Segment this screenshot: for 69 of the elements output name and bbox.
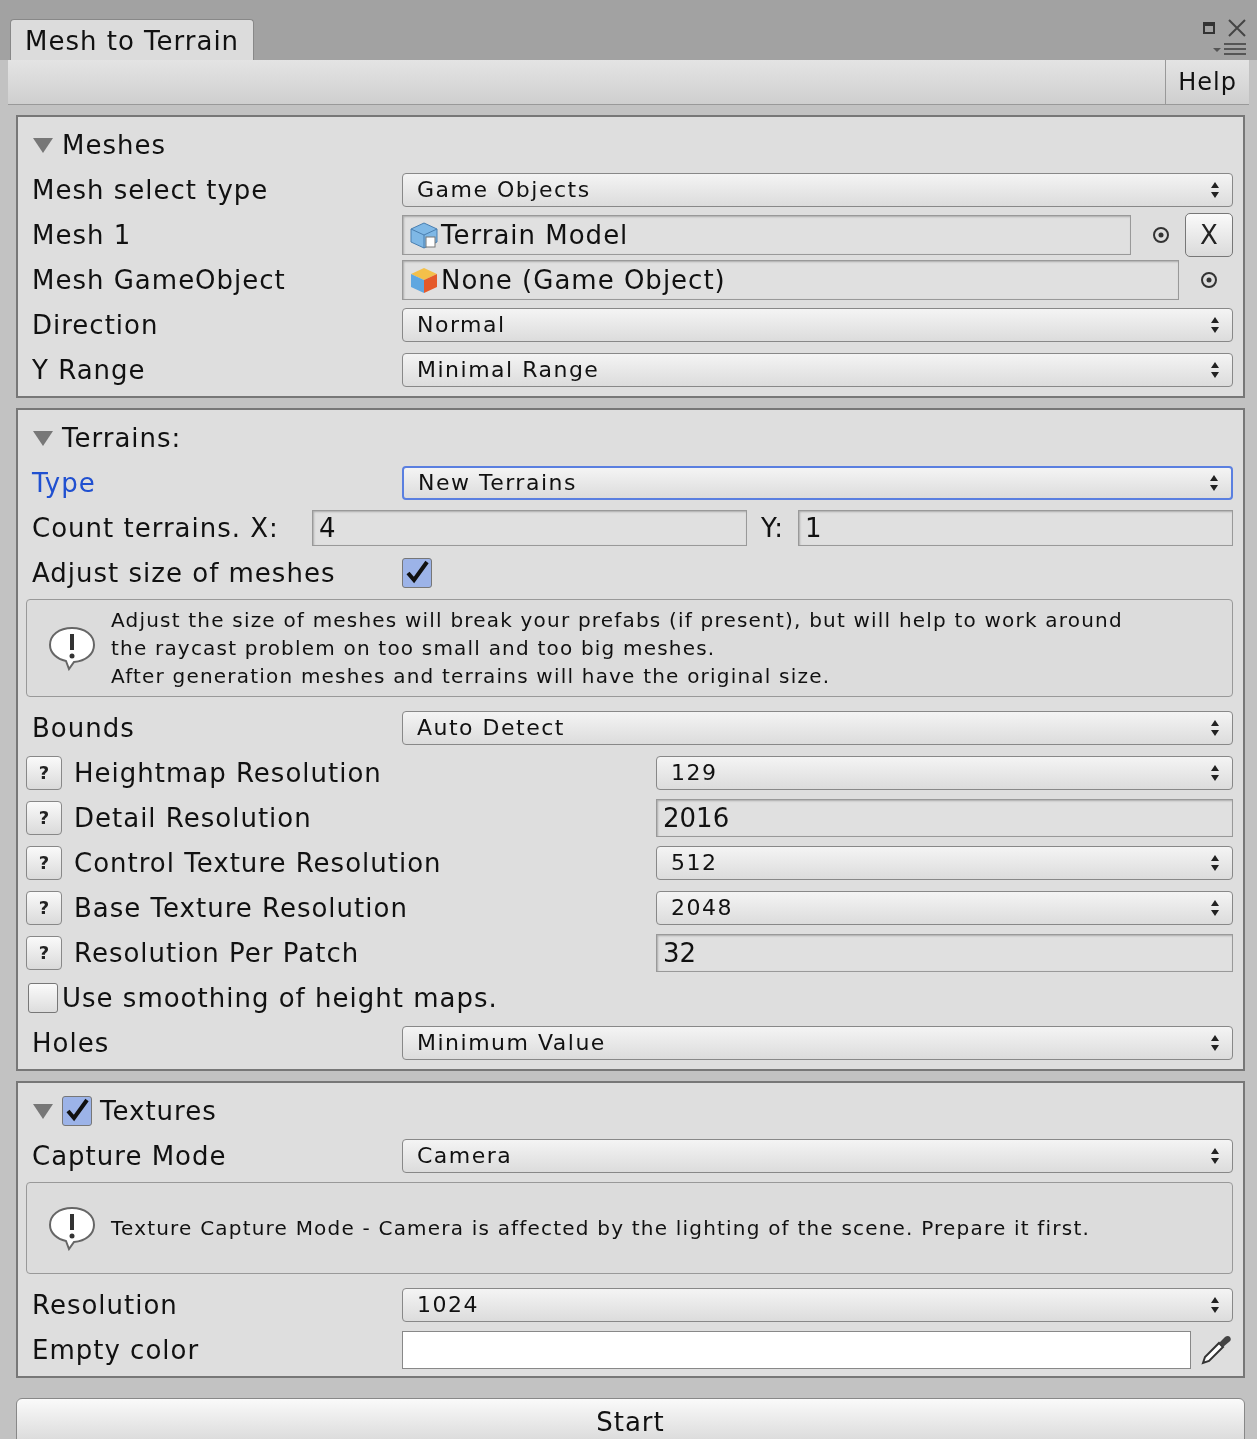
section-title: Meshes	[62, 130, 166, 160]
checkbox[interactable]	[62, 1096, 92, 1126]
dropdown[interactable]: Normal	[402, 307, 1233, 342]
field-label: Direction	[32, 309, 160, 340]
maximize-icon[interactable]	[1203, 22, 1215, 34]
number-field[interactable]: 4	[312, 509, 747, 546]
field-label: Empty color	[32, 1334, 201, 1365]
checkbox[interactable]	[402, 557, 432, 588]
number-field[interactable]: 2016	[656, 798, 1233, 837]
cube-icon	[409, 220, 439, 249]
field-label: Type	[32, 467, 97, 498]
close-icon[interactable]	[1227, 18, 1247, 38]
info-text: Adjust the size of meshes will break your prefabs (if present), but will help to work around	[111, 607, 1123, 634]
start-button[interactable]: Start	[16, 1398, 1245, 1439]
exclamation-bubble-icon	[47, 625, 97, 671]
field-label: Control Texture Resolution	[74, 847, 443, 878]
field-label: Mesh select type	[32, 174, 270, 205]
object-picker-icon[interactable]	[1199, 269, 1219, 290]
checkbox-label: Adjust size of meshes	[32, 557, 337, 588]
object-field[interactable]: None (Game Object)	[402, 259, 1179, 300]
dropdown[interactable]: New Terrains	[402, 465, 1233, 500]
foldout-arrow-icon[interactable]	[32, 136, 54, 154]
dropdown[interactable]: 1024	[402, 1287, 1233, 1322]
dropdown[interactable]: 2048	[656, 890, 1233, 925]
dropdown[interactable]: Minimal Range	[402, 352, 1233, 387]
section-title: Terrains:	[62, 423, 182, 453]
object-picker-icon[interactable]	[1151, 224, 1171, 245]
info-text: Texture Capture Mode - Camera is affected by the lighting of the scene. Prepare it first.	[111, 1215, 1090, 1242]
exclamation-bubble-icon	[47, 1205, 97, 1251]
field-label: Mesh 1	[32, 219, 133, 250]
dropdown[interactable]: Minimum Value	[402, 1025, 1233, 1060]
field-label: Base Texture Resolution	[74, 892, 409, 923]
field-label: Heightmap Resolution	[74, 757, 383, 788]
help-button[interactable]: Help	[1165, 60, 1249, 104]
help-button[interactable]: ?	[26, 935, 62, 970]
number-field[interactable]: 32	[656, 933, 1233, 972]
dropdown[interactable]: Game Objects	[402, 172, 1233, 207]
field-label: Resolution Per Patch	[74, 937, 361, 968]
field-label: Resolution	[32, 1289, 179, 1320]
cube-icon	[409, 265, 439, 294]
window-tab[interactable]: Mesh to Terrain	[10, 19, 255, 60]
remove-button[interactable]: X	[1185, 212, 1233, 257]
field-label: Y Range	[32, 354, 147, 385]
help-button[interactable]: ?	[26, 800, 62, 835]
field-label: Count terrains. X:	[32, 512, 280, 543]
number-field[interactable]: 1	[798, 509, 1233, 546]
field-label: Holes	[32, 1027, 111, 1058]
section-title: Textures	[100, 1096, 217, 1126]
checkbox[interactable]	[28, 982, 58, 1013]
info-text: the raycast problem on too small and too big meshes.	[111, 635, 717, 662]
checkbox-label: Use smoothing of height maps.	[62, 982, 498, 1013]
dropdown[interactable]: Auto Detect	[402, 710, 1233, 745]
dropdown[interactable]: Camera	[402, 1138, 1233, 1173]
field-label: Y:	[760, 512, 785, 543]
info-text: After generation meshes and terrains will have the original size.	[111, 663, 832, 690]
dropdown[interactable]: 512	[656, 845, 1233, 880]
menu-icon[interactable]	[1211, 42, 1247, 56]
field-label: Bounds	[32, 712, 136, 743]
foldout-arrow-icon[interactable]	[32, 1102, 54, 1120]
field-label: Capture Mode	[32, 1140, 228, 1171]
field-label: Mesh GameObject	[32, 264, 287, 295]
help-button[interactable]: ?	[26, 755, 62, 790]
object-field[interactable]: Terrain Model	[402, 214, 1131, 255]
color-field[interactable]	[402, 1330, 1191, 1369]
foldout-arrow-icon[interactable]	[32, 429, 54, 447]
dropdown[interactable]: 129	[656, 755, 1233, 790]
help-button[interactable]: ?	[26, 845, 62, 880]
field-label: Detail Resolution	[74, 802, 313, 833]
help-button[interactable]: ?	[26, 890, 62, 925]
